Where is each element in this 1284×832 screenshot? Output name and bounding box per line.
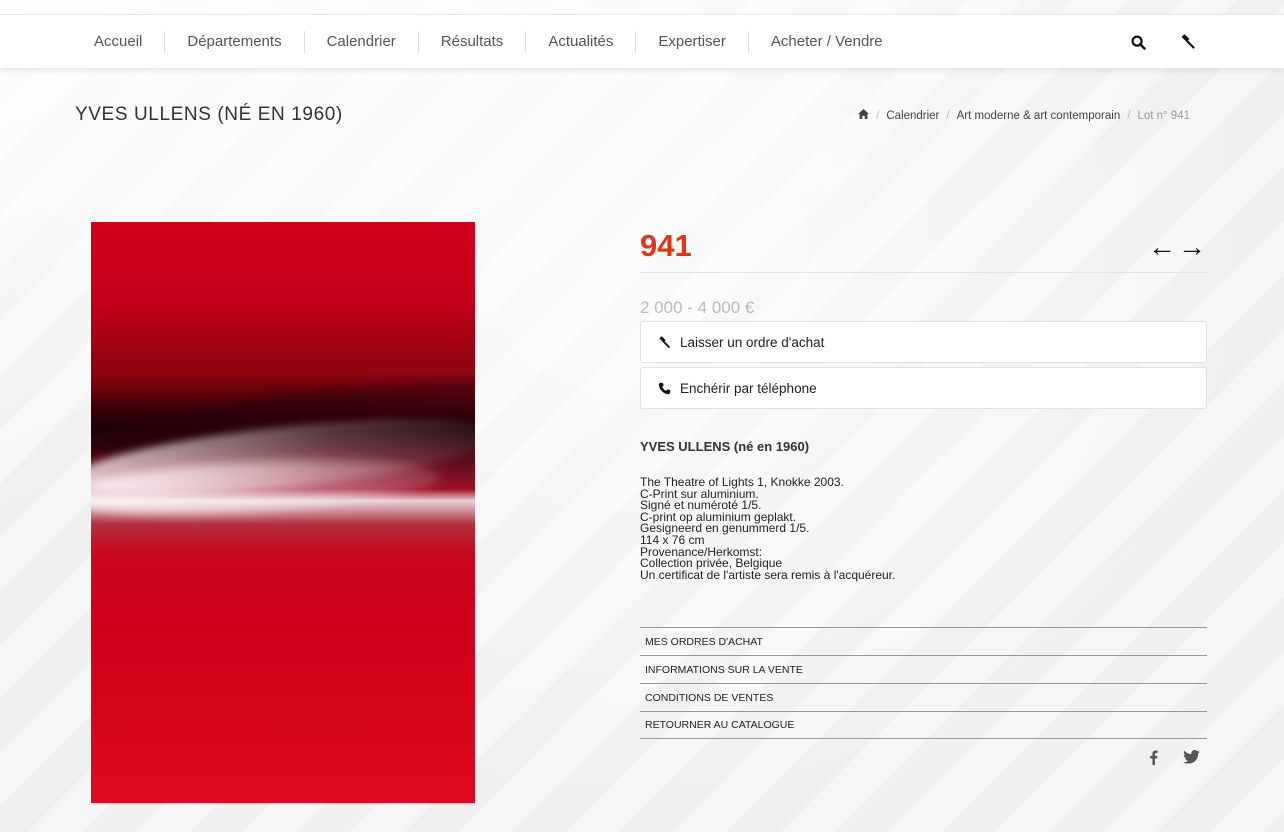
- divider: [640, 272, 1207, 273]
- breadcrumb: / Calendrier / Art moderne & art contemp…: [858, 109, 1190, 122]
- artwork-image[interactable]: [91, 222, 475, 803]
- nav-item-calendrier[interactable]: Calendrier: [305, 31, 419, 53]
- phone-bid-label: Enchérir par téléphone: [680, 380, 817, 396]
- nav-item-expertiser[interactable]: Expertiser: [636, 31, 749, 53]
- nav-item-accueil[interactable]: Accueil: [72, 31, 166, 53]
- lot-number: 941: [640, 228, 692, 263]
- breadcrumb-calendrier[interactable]: Calendrier: [886, 110, 939, 122]
- next-lot-arrow-icon[interactable]: →: [1178, 230, 1206, 264]
- description-line: Gesigneerd en genummerd 1/5.: [640, 521, 810, 536]
- previous-lot-arrow-icon[interactable]: ←: [1148, 230, 1176, 264]
- nav-menu: Accueil Départements Calendrier Résultat…: [72, 15, 905, 69]
- phone-bid-button[interactable]: Enchérir par téléphone: [640, 367, 1207, 409]
- lot-links: MES ORDRES D'ACHAT INFORMATIONS SUR LA V…: [640, 627, 1207, 739]
- breadcrumb-separator: /: [1127, 109, 1131, 122]
- nav-item-acheter-vendre[interactable]: Acheter / Vendre: [749, 31, 905, 53]
- lot-heading: YVES ULLENS (né en 1960): [640, 439, 810, 454]
- breadcrumb-category[interactable]: Art moderne & art contemporain: [957, 110, 1121, 122]
- nav-item-actualites[interactable]: Actualités: [526, 31, 637, 53]
- gavel-icon: [657, 335, 671, 349]
- social-share: [1143, 747, 1201, 767]
- nav-item-resultats[interactable]: Résultats: [419, 31, 527, 53]
- lot-description: The Theatre of Lights 1, Knokke 2003. C-…: [640, 476, 1200, 582]
- link-my-orders[interactable]: MES ORDRES D'ACHAT: [640, 627, 1207, 655]
- top-navigation: Accueil Départements Calendrier Résultat…: [0, 14, 1284, 68]
- twitter-icon[interactable]: [1181, 747, 1201, 767]
- link-back-to-catalog[interactable]: RETOURNER AU CATALOGUE: [640, 711, 1207, 739]
- link-sale-info[interactable]: INFORMATIONS SUR LA VENTE: [640, 655, 1207, 683]
- estimate-price: 2 000 - 4 000 €: [640, 298, 755, 317]
- breadcrumb-separator: /: [946, 109, 950, 122]
- breadcrumb-separator: /: [876, 109, 880, 122]
- phone-icon: [657, 381, 671, 395]
- absentee-bid-label: Laisser un ordre d'achat: [680, 334, 825, 350]
- nav-item-departements[interactable]: Départements: [165, 31, 305, 53]
- link-sale-conditions[interactable]: CONDITIONS DE VENTES: [640, 683, 1207, 711]
- home-icon[interactable]: [858, 109, 870, 122]
- facebook-icon[interactable]: [1143, 747, 1163, 767]
- gavel-icon[interactable]: [1177, 31, 1199, 53]
- page-title: YVES ULLENS (NÉ EN 1960): [75, 104, 343, 125]
- description-line: Un certificat de l'artiste sera remis à …: [640, 567, 896, 582]
- lot-navigation: ← →: [1148, 230, 1206, 264]
- search-icon[interactable]: [1127, 31, 1149, 53]
- breadcrumb-current: Lot n° 941: [1137, 109, 1190, 122]
- absentee-bid-button[interactable]: Laisser un ordre d'achat: [640, 321, 1207, 363]
